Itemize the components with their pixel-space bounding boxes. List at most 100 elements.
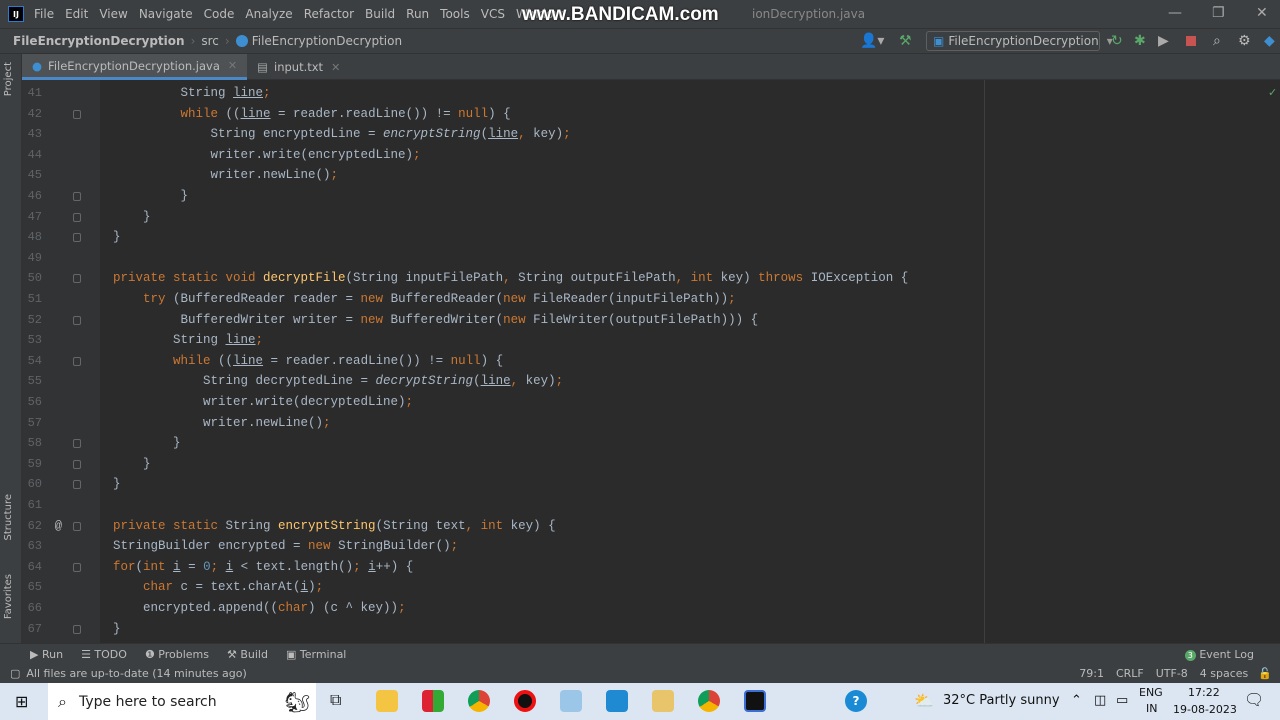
line-number: 48: [27, 230, 42, 245]
app-icon[interactable]: [422, 690, 444, 712]
search-icon[interactable]: ⌕: [1213, 33, 1221, 49]
menu-edit[interactable]: Edit: [65, 7, 88, 21]
notifications-icon[interactable]: 🗨: [1244, 690, 1264, 709]
breadcrumb-project[interactable]: FileEncryptionDecryption: [13, 34, 185, 48]
chrome-profile-icon[interactable]: [698, 690, 720, 712]
problems-tool-button[interactable]: ❶ Problems: [145, 648, 209, 661]
bandicam-icon[interactable]: [514, 690, 536, 712]
code-editor[interactable]: 41 42 43 44 45 46 47 48 49 50 51 52 53 54 55 56 57 58 59 60…: [22, 80, 1280, 643]
code-token: null: [458, 106, 489, 121]
vcs-user-icon[interactable]: 👤▾: [860, 33, 884, 49]
close-tab-icon[interactable]: ✕: [331, 61, 340, 74]
menu-code[interactable]: Code: [204, 7, 235, 21]
fold-icon[interactable]: [73, 315, 81, 325]
code-token: ;: [450, 539, 459, 554]
structure-tool-tab[interactable]: Structure: [3, 494, 14, 541]
file-explorer-icon[interactable]: [376, 690, 398, 712]
indent-setting[interactable]: 4 spaces: [1200, 667, 1249, 680]
menu-vcs[interactable]: VCS: [481, 7, 505, 21]
build-hammer-icon[interactable]: ⚒: [899, 33, 912, 49]
menu-view[interactable]: View: [99, 7, 127, 21]
code-token: BufferedWriter writer =: [180, 312, 361, 327]
help-icon[interactable]: ?: [845, 690, 867, 712]
breadcrumb-class[interactable]: FileEncryptionDecryption: [252, 34, 402, 48]
menu-navigate[interactable]: Navigate: [139, 7, 193, 21]
intellij-taskbar-icon[interactable]: [744, 690, 766, 712]
notepad-icon[interactable]: [560, 690, 582, 712]
minimize-button[interactable]: —: [1168, 5, 1182, 21]
windows-start-icon[interactable]: ⊞: [15, 692, 28, 711]
tab-0[interactable]: ● FileEncryptionDecryption.java ✕: [22, 54, 248, 80]
menu-run[interactable]: Run: [406, 7, 429, 21]
caret-position[interactable]: 79:1: [1079, 667, 1104, 680]
fold-icon[interactable]: [73, 233, 81, 243]
fold-icon[interactable]: [73, 212, 81, 222]
project-tool-tab[interactable]: Project: [3, 62, 14, 96]
menu-build[interactable]: Build: [365, 7, 395, 21]
fold-icon[interactable]: [73, 356, 81, 366]
vscode-icon[interactable]: [606, 690, 628, 712]
fold-icon[interactable]: [73, 562, 81, 572]
fold-icon[interactable]: [73, 480, 81, 490]
terminal-tool-button[interactable]: ▣ Terminal: [286, 648, 346, 661]
task-view-icon[interactable]: ⧉: [330, 690, 352, 712]
code-token: key) {: [510, 518, 556, 533]
clock-date[interactable]: 19-08-2023: [1173, 703, 1237, 716]
coverage-icon[interactable]: ▶: [1158, 33, 1169, 49]
inspection-ok-icon[interactable]: ✓: [1268, 86, 1277, 99]
run-configuration-dropdown[interactable]: ▣ FileEncryptionDecryption ▾: [926, 31, 1113, 51]
app-hexagon-icon[interactable]: [652, 690, 674, 712]
fold-icon[interactable]: [73, 439, 81, 449]
meet-now-icon[interactable]: ◫: [1094, 693, 1106, 708]
build-tool-button[interactable]: ⚒ Build: [227, 648, 268, 661]
chevron-right-icon: ›: [190, 34, 196, 48]
language-indicator[interactable]: ENG: [1139, 686, 1163, 699]
taskbar-search-box[interactable]: ⌕ Type here to search 🐿: [48, 683, 316, 720]
menu-tools[interactable]: Tools: [440, 7, 470, 21]
clock-time[interactable]: 17:22: [1188, 686, 1220, 699]
todo-tool-button[interactable]: ☰ TODO: [81, 648, 127, 661]
problems-label: Problems: [158, 647, 209, 661]
debug-bug-icon[interactable]: ✱: [1134, 33, 1146, 49]
weather-text[interactable]: 32°C Partly sunny: [943, 693, 1060, 708]
favorites-tool-tab[interactable]: Favorites: [3, 574, 14, 619]
close-tab-icon[interactable]: ✕: [228, 59, 237, 72]
fold-icon[interactable]: [73, 274, 81, 284]
search-placeholder: Type here to search: [78, 693, 217, 710]
breadcrumb-src[interactable]: src: [201, 34, 219, 48]
menu-file[interactable]: File: [34, 7, 54, 21]
stop-icon[interactable]: [1186, 36, 1196, 46]
menu-analyze[interactable]: Analyze: [245, 7, 292, 21]
region-indicator[interactable]: IN: [1146, 702, 1157, 715]
close-window-button[interactable]: ✕: [1256, 5, 1268, 21]
code-token: ;: [330, 168, 339, 183]
code-line: }: [113, 230, 121, 244]
run-tool-button[interactable]: ▶ Run: [30, 648, 63, 661]
code-token: < text.length(): [233, 559, 354, 574]
implements-marker-icon[interactable]: @: [50, 519, 62, 533]
fold-icon[interactable]: [73, 521, 81, 531]
bandicam-watermark: www.BANDICAM.com: [522, 4, 719, 25]
restore-button[interactable]: ❐: [1212, 5, 1225, 21]
code-token: BufferedWriter(: [390, 312, 504, 327]
code-token: new: [308, 539, 339, 554]
battery-icon[interactable]: ▭: [1116, 693, 1128, 708]
fold-icon[interactable]: [73, 459, 81, 469]
chrome-icon[interactable]: [468, 690, 490, 712]
file-encoding[interactable]: UTF-8: [1156, 667, 1188, 680]
fold-icon[interactable]: [73, 109, 81, 119]
code-line: for(int i = 0; i < text.length(); i++) {: [113, 560, 413, 574]
chevron-up-icon[interactable]: ⌃: [1071, 693, 1082, 708]
menu-refactor[interactable]: Refactor: [304, 7, 354, 21]
plugin-icon[interactable]: ◆: [1264, 33, 1275, 49]
line-number: 63: [27, 539, 42, 554]
line-separator[interactable]: CRLF: [1116, 667, 1144, 680]
fold-icon[interactable]: [73, 624, 81, 634]
menu-bar: File Edit View Navigate Code Analyze Refactor B…: [34, 7, 574, 21]
rerun-icon[interactable]: ↻: [1111, 33, 1123, 49]
fold-icon[interactable]: [73, 192, 81, 201]
tab-1[interactable]: ▤ input.txt ✕: [247, 54, 350, 80]
event-log-button[interactable]: 3 Event Log: [1184, 648, 1254, 661]
lock-icon[interactable]: 🔓: [1258, 667, 1272, 680]
gear-icon[interactable]: ⚙: [1238, 33, 1251, 49]
